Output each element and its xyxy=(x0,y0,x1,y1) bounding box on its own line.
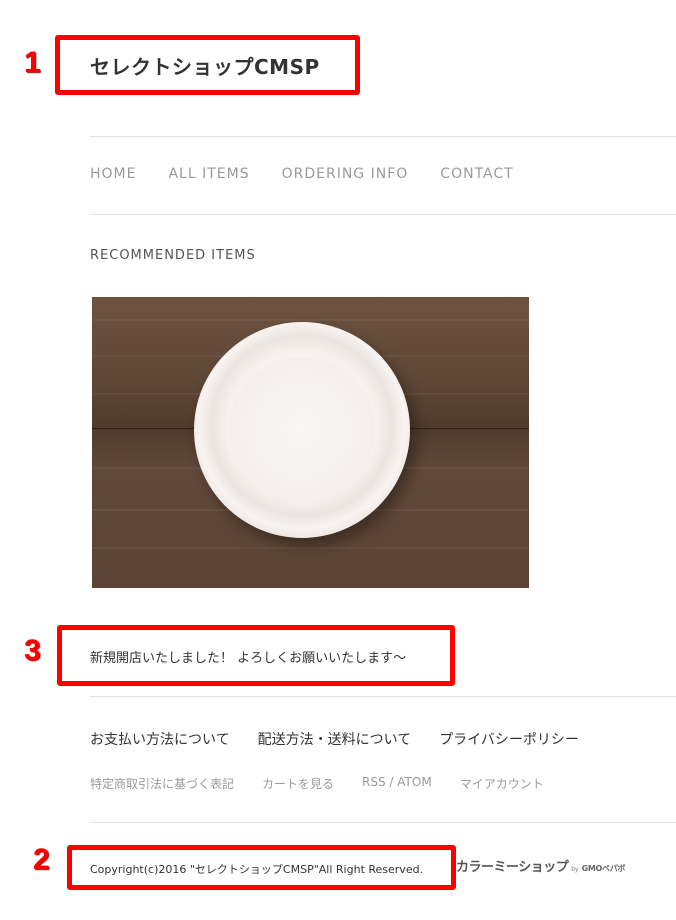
footer-link-privacy[interactable]: プライバシーポリシー xyxy=(439,729,579,749)
footer-link-cart[interactable]: カートを見る xyxy=(262,775,334,792)
site-title[interactable]: セレクトショップCMSP xyxy=(90,51,320,80)
footer-primary-links: お支払い方法について 配送方法・送料について プライバシーポリシー xyxy=(90,729,579,749)
news-text: 新規開店いたしました！ よろしくお願いいたします～ xyxy=(90,651,407,666)
colorme-logo[interactable]: カラーミーショップ by GMOペパボ xyxy=(456,856,625,875)
global-nav: HOME ALL ITEMS ORDERING INFO CONTACT xyxy=(90,166,514,182)
nav-all-items[interactable]: ALL ITEMS xyxy=(168,166,249,182)
plate-icon xyxy=(194,322,410,538)
footer-link-payment[interactable]: お支払い方法について xyxy=(90,729,230,749)
footer-link-tokushoho[interactable]: 特定商取引法に基づく表記 xyxy=(90,775,234,792)
annotation-marker-3: 3 xyxy=(24,634,41,667)
footer-divider xyxy=(90,822,676,823)
footer-link-my-account[interactable]: マイアカウント xyxy=(460,775,544,792)
footer-link-shipping[interactable]: 配送方法・送料について xyxy=(258,729,412,749)
header-divider xyxy=(90,136,676,137)
annotation-marker-1: 1 xyxy=(24,46,41,79)
recommended-heading: RECOMMENDED ITEMS xyxy=(90,248,256,263)
annotation-marker-2: 2 xyxy=(33,843,50,876)
colorme-logo-text: カラーミーショップ xyxy=(456,860,569,875)
footer-secondary-links: 特定商取引法に基づく表記 カートを見る RSS / ATOM マイアカウント xyxy=(90,775,544,792)
footer-link-rss[interactable]: RSS / ATOM xyxy=(362,775,432,792)
nav-contact[interactable]: CONTACT xyxy=(440,166,513,182)
nav-divider xyxy=(90,214,676,215)
nav-home[interactable]: HOME xyxy=(90,166,136,182)
nav-ordering-info[interactable]: ORDERING INFO xyxy=(282,166,409,182)
gmo-pepabo-logo-text: GMOペパボ xyxy=(581,864,626,873)
colorme-logo-by: by xyxy=(571,866,579,873)
recommended-item-image[interactable] xyxy=(92,297,529,588)
copyright-text: Copyright(c)2016 "セレクトショップCMSP"All Right… xyxy=(90,863,424,876)
news-divider xyxy=(90,696,676,697)
